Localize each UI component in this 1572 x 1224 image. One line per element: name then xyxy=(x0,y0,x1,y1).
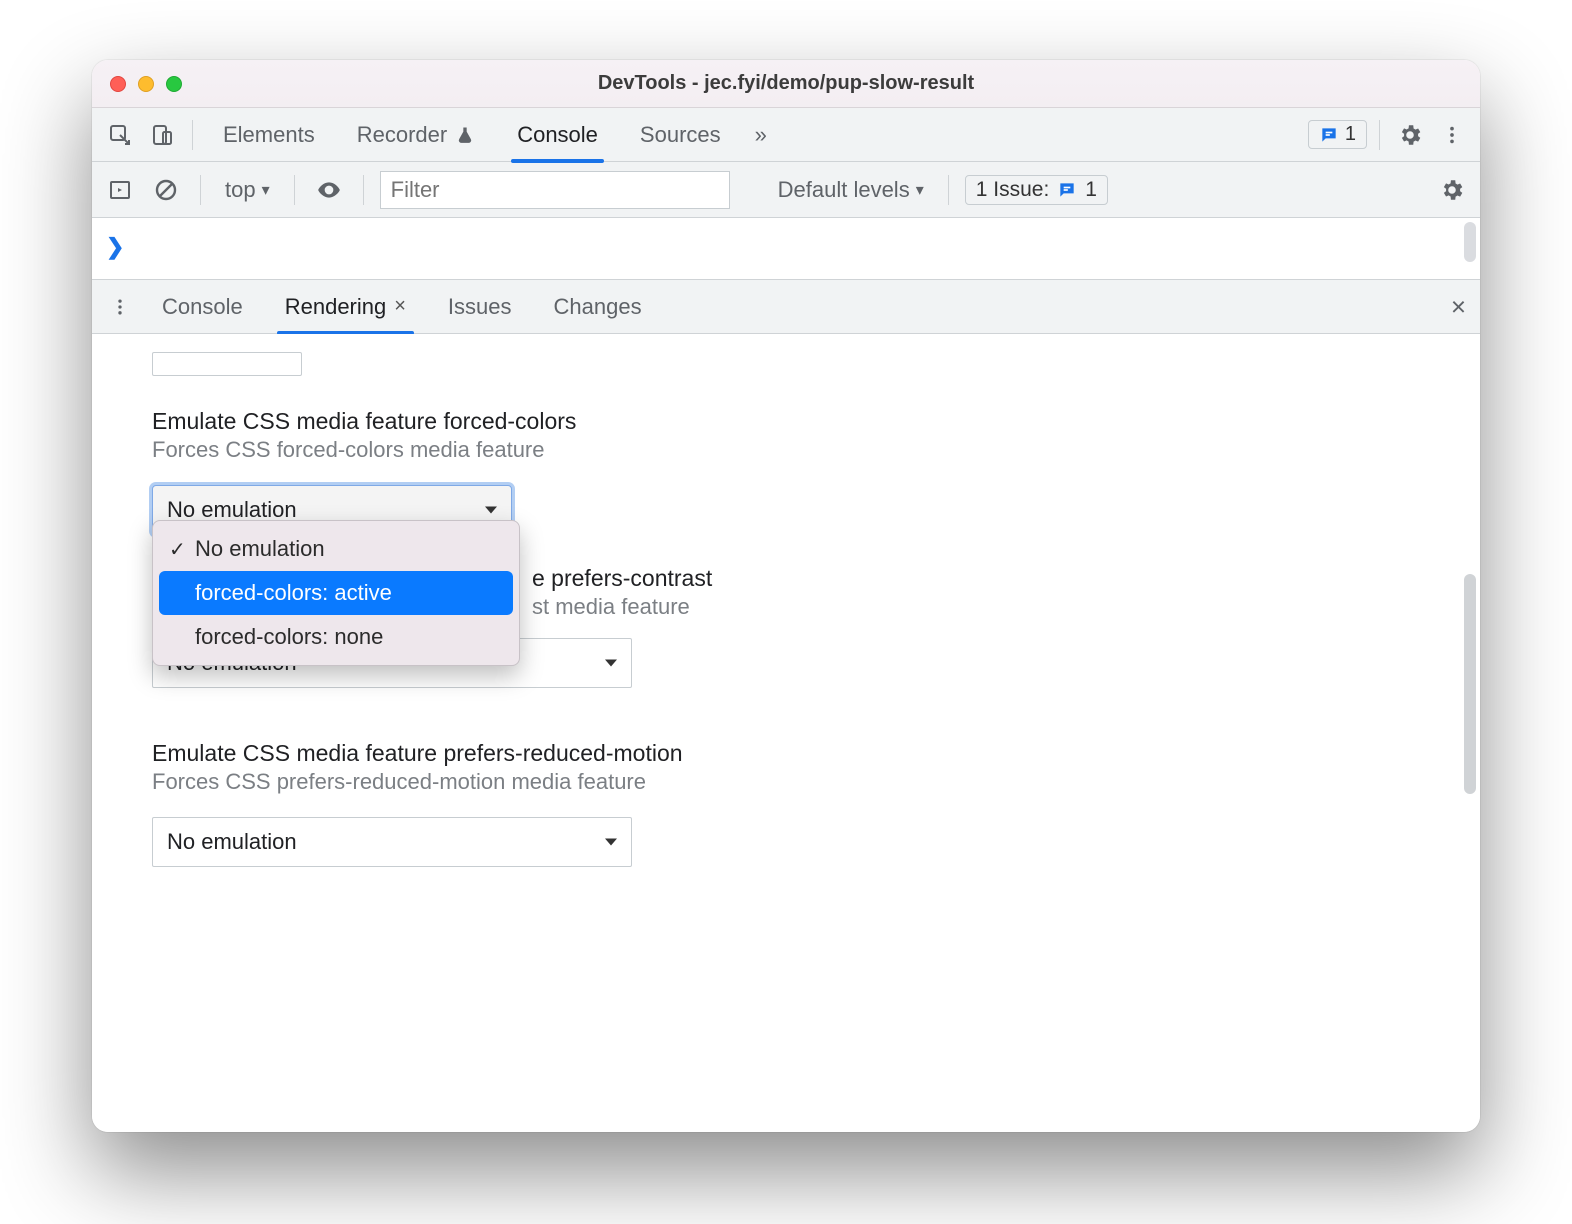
divider xyxy=(294,175,295,205)
issues-counter[interactable]: 1 xyxy=(1308,120,1367,149)
tab-label: Elements xyxy=(223,122,315,148)
setting-title: Emulate CSS media feature forced-colors xyxy=(152,408,1420,435)
dropdown-option-forced-colors-active[interactable]: forced-colors: active xyxy=(159,571,513,615)
console-sidebar-toggle[interactable] xyxy=(102,172,138,208)
rendering-panel: Emulate CSS media feature forced-colors … xyxy=(92,334,1480,1132)
more-tabs-button[interactable]: » xyxy=(745,122,777,148)
log-levels-selector[interactable]: Default levels ▾ xyxy=(770,177,932,203)
divider xyxy=(200,175,201,205)
gear-icon xyxy=(1439,177,1465,203)
window-close-button[interactable] xyxy=(110,76,126,92)
drawer-kebab-button[interactable] xyxy=(102,289,138,325)
window-minimize-button[interactable] xyxy=(138,76,154,92)
window-zoom-button[interactable] xyxy=(166,76,182,92)
check-icon: ✓ xyxy=(169,537,186,562)
kebab-menu-button[interactable] xyxy=(1434,117,1470,153)
clear-console-button[interactable] xyxy=(148,172,184,208)
tab-label: Console xyxy=(517,122,598,148)
chat-icon xyxy=(1057,180,1077,200)
context-selector[interactable]: top ▾ xyxy=(217,177,278,203)
divider xyxy=(363,175,364,205)
dropdown-option-forced-colors-none[interactable]: forced-colors: none xyxy=(159,615,513,659)
drawer-tab-issues[interactable]: Issues xyxy=(430,280,530,334)
drawer-tab-rendering[interactable]: Rendering × xyxy=(267,280,424,334)
live-expression-button[interactable] xyxy=(311,172,347,208)
prefers-reduced-motion-setting: Emulate CSS media feature prefers-reduce… xyxy=(152,740,1420,867)
levels-label: Default levels xyxy=(778,177,910,203)
console-settings-button[interactable] xyxy=(1434,172,1470,208)
settings-button[interactable] xyxy=(1392,117,1428,153)
option-label: No emulation xyxy=(195,536,325,562)
clear-icon xyxy=(154,178,178,202)
device-toolbar-icon[interactable] xyxy=(144,117,180,153)
divider xyxy=(1379,120,1380,150)
tab-label: Changes xyxy=(554,294,642,320)
drawer-tab-changes[interactable]: Changes xyxy=(536,280,660,334)
option-label: forced-colors: none xyxy=(195,624,383,650)
main-tabstrip: Elements Recorder Console Sources » 1 xyxy=(92,108,1480,162)
caret-down-icon xyxy=(485,507,497,514)
dropdown-option-no-emulation[interactable]: ✓ No emulation xyxy=(159,527,513,571)
setting-subtitle: Forces CSS prefers-reduced-motion media … xyxy=(152,769,1420,795)
issues-link[interactable]: 1 Issue: 1 xyxy=(965,175,1108,205)
filter-input[interactable] xyxy=(380,171,730,209)
chat-icon xyxy=(1319,125,1339,145)
select-value: No emulation xyxy=(167,829,297,855)
more-vert-icon xyxy=(1441,124,1463,146)
forced-colors-setting: Emulate CSS media feature forced-colors … xyxy=(152,408,1420,535)
drawer-tabstrip: Console Rendering × Issues Changes × xyxy=(92,280,1480,334)
traffic-lights xyxy=(92,76,182,92)
tab-sources[interactable]: Sources xyxy=(622,108,739,162)
console-toolbar: top ▾ Default levels ▾ 1 Issue: 1 xyxy=(92,162,1480,218)
issues-label: 1 Issue: xyxy=(976,178,1050,202)
truncated-control[interactable] xyxy=(152,352,302,376)
caret-down-icon: ▾ xyxy=(916,180,924,200)
tab-label: Recorder xyxy=(357,122,447,148)
close-icon: × xyxy=(1451,291,1466,321)
prompt-caret-icon: ❯ xyxy=(106,234,124,260)
issues-count: 1 xyxy=(1345,123,1356,146)
tab-console[interactable]: Console xyxy=(499,108,616,162)
tab-label: Console xyxy=(162,294,243,320)
titlebar: DevTools - jec.fyi/demo/pup-slow-result xyxy=(92,60,1480,108)
caret-down-icon: ▾ xyxy=(262,180,270,200)
divider xyxy=(192,120,193,150)
devtools-window: DevTools - jec.fyi/demo/pup-slow-result … xyxy=(92,60,1480,1132)
inspect-element-icon[interactable] xyxy=(102,117,138,153)
window-title: DevTools - jec.fyi/demo/pup-slow-result xyxy=(92,72,1480,95)
scrollbar-thumb[interactable] xyxy=(1464,574,1476,794)
setting-title: Emulate CSS media feature prefers-reduce… xyxy=(152,740,1420,767)
console-body[interactable]: ❯ xyxy=(92,218,1480,280)
caret-down-icon xyxy=(605,660,617,667)
scrollbar-thumb[interactable] xyxy=(1464,222,1476,262)
eye-icon xyxy=(316,177,342,203)
close-tab-button[interactable]: × xyxy=(394,295,406,318)
issues-count: 1 xyxy=(1085,178,1097,202)
prefers-reduced-motion-select[interactable]: No emulation xyxy=(152,817,632,867)
tab-label: Rendering xyxy=(285,294,387,320)
caret-down-icon xyxy=(605,839,617,846)
tab-recorder[interactable]: Recorder xyxy=(339,108,493,162)
divider xyxy=(948,175,949,205)
chevron-right-icon: » xyxy=(755,122,767,147)
tab-label: Sources xyxy=(640,122,721,148)
drawer-tab-console[interactable]: Console xyxy=(144,280,261,334)
more-vert-icon xyxy=(110,297,130,317)
tab-label: Issues xyxy=(448,294,512,320)
flask-icon xyxy=(455,125,475,145)
gear-icon xyxy=(1397,122,1423,148)
context-label: top xyxy=(225,177,256,203)
tab-elements[interactable]: Elements xyxy=(205,108,333,162)
setting-subtitle: Forces CSS forced-colors media feature xyxy=(152,437,1420,463)
forced-colors-dropdown: ✓ No emulation forced-colors: active for… xyxy=(152,520,520,666)
drawer-close-button[interactable]: × xyxy=(1451,291,1466,322)
option-label: forced-colors: active xyxy=(195,580,392,606)
